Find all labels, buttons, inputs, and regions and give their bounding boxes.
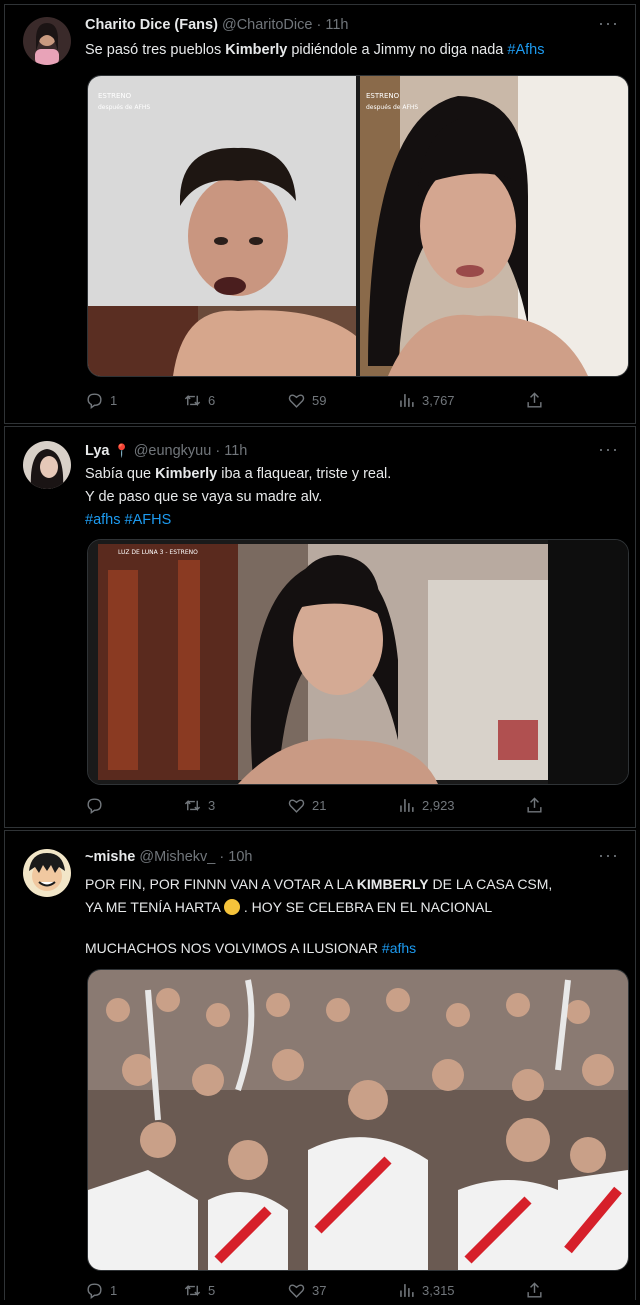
like-icon [288,1284,305,1298]
crowd-photo [88,970,628,1270]
svg-text:después de AFHS: después de AFHS [98,104,150,111]
views-icon [400,394,414,407]
split-photo: ESTRENO después de AFHS ESTRENO después … [88,76,628,376]
more-icon[interactable]: ··· [598,13,619,34]
timestamp[interactable]: 10h [228,849,252,865]
like-count: 21 [312,798,327,813]
tweet-image[interactable]: ESTRENO después de AFHS ESTRENO después … [87,75,629,377]
tweet-text: Se pasó tres pueblos Kimberly pidiéndole… [85,42,545,58]
svg-text:ESTRENO: ESTRENO [366,92,400,100]
share-icon [527,797,542,813]
views-button[interactable]: 3,767 [397,391,455,410]
keyword: KIMBERLY [356,876,429,892]
tweet-image[interactable]: LUZ DE LUNA 3 - ESTRENO [87,539,629,785]
reply-button[interactable] [85,796,110,815]
reply-icon [87,1283,102,1300]
tweet-actions: 3 21 2,923 [85,796,619,820]
avatar[interactable] [23,849,71,897]
display-name[interactable]: Charito Dice (Fans) [85,17,218,33]
tweet-header: ~mishe @Mishekv_ · 10h ··· [85,845,619,865]
hashtag[interactable]: #AFHS [125,512,172,528]
views-count: 3,767 [422,393,455,408]
retweet-button[interactable]: 6 [183,391,215,410]
tv-photo: LUZ DE LUNA 3 - ESTRENO [88,540,628,784]
separator: · [316,17,322,33]
views-count: 2,923 [422,798,455,813]
like-button[interactable]: 21 [287,796,326,815]
share-icon [527,1282,542,1298]
tweet-text: Sabía que Kimberly iba a flaquear, trist… [85,466,392,528]
reply-count: 1 [110,393,118,408]
views-button[interactable]: 3,315 [397,1281,455,1300]
svg-text:después de AFHS: después de AFHS [366,104,418,111]
retweet-button[interactable]: 5 [183,1281,215,1300]
keyword: Kimberly [155,466,218,482]
timestamp[interactable]: 11h [224,443,247,459]
timestamp[interactable]: 11h [325,17,348,33]
share-button[interactable] [525,391,544,410]
keyword: Kimberly [225,42,288,58]
tweet-actions: 1 5 37 3,315 [85,1281,619,1305]
share-button[interactable] [525,1281,544,1300]
hashtag[interactable]: #afhs [382,940,416,956]
tweet-2[interactable]: Lya 📍 @eungkyuu · 11h ··· Sabía que Kimb… [4,426,636,828]
separator: · [215,443,221,459]
tweet-1[interactable]: Charito Dice (Fans) @CharitoDice · 11h ·… [4,4,636,424]
svg-text:LUZ DE LUNA 3 - ESTRENO: LUZ DE LUNA 3 - ESTRENO [118,549,198,556]
retweet-icon [184,799,201,812]
tweet-image[interactable] [87,969,629,1271]
like-button[interactable]: 59 [287,391,326,410]
user-handle[interactable]: @CharitoDice [222,17,312,33]
retweet-icon [184,394,201,407]
tweet-3[interactable]: ~mishe @Mishekv_ · 10h ··· POR FIN, POR … [4,830,636,1300]
retweet-button[interactable]: 3 [183,796,215,815]
views-icon [400,799,414,812]
retweet-icon [184,1284,201,1297]
tweet-header: Lya 📍 @eungkyuu · 11h ··· [85,439,619,459]
tweet-header: Charito Dice (Fans) @CharitoDice · 11h ·… [85,13,619,33]
retweet-count: 6 [208,393,216,408]
display-name[interactable]: ~mishe [85,849,135,865]
like-icon [288,394,305,408]
reply-icon [87,798,102,815]
views-button[interactable]: 2,923 [397,796,455,815]
share-icon [527,392,542,408]
retweet-count: 3 [208,798,216,813]
like-button[interactable]: 37 [287,1281,326,1300]
views-icon [400,1284,414,1297]
tweet-actions: 1 6 59 3,767 [85,391,619,415]
more-icon[interactable]: ··· [598,439,619,460]
hashtag[interactable]: #afhs [85,512,120,528]
separator: · [219,849,225,865]
user-handle[interactable]: @eungkyuu [134,443,212,459]
avatar[interactable] [23,441,71,489]
like-count: 59 [312,393,327,408]
more-icon[interactable]: ··· [598,845,619,866]
svg-text:ESTRENO: ESTRENO [98,92,132,100]
tweet-text: POR FIN, POR FINNN VAN A VOTAR A LA KIMB… [85,876,553,956]
avatar[interactable] [23,17,71,65]
share-button[interactable] [525,796,544,815]
reply-button[interactable]: 1 [85,391,117,410]
user-handle[interactable]: @Mishekv_ [139,849,215,865]
like-icon [288,799,305,813]
hashtag[interactable]: #Afhs [507,42,544,58]
pin-icon: 📍 [113,443,130,458]
smile-emoji-icon [224,899,241,915]
reply-button[interactable]: 1 [85,1281,117,1300]
reply-icon [87,393,102,410]
display-name[interactable]: Lya [85,443,109,459]
